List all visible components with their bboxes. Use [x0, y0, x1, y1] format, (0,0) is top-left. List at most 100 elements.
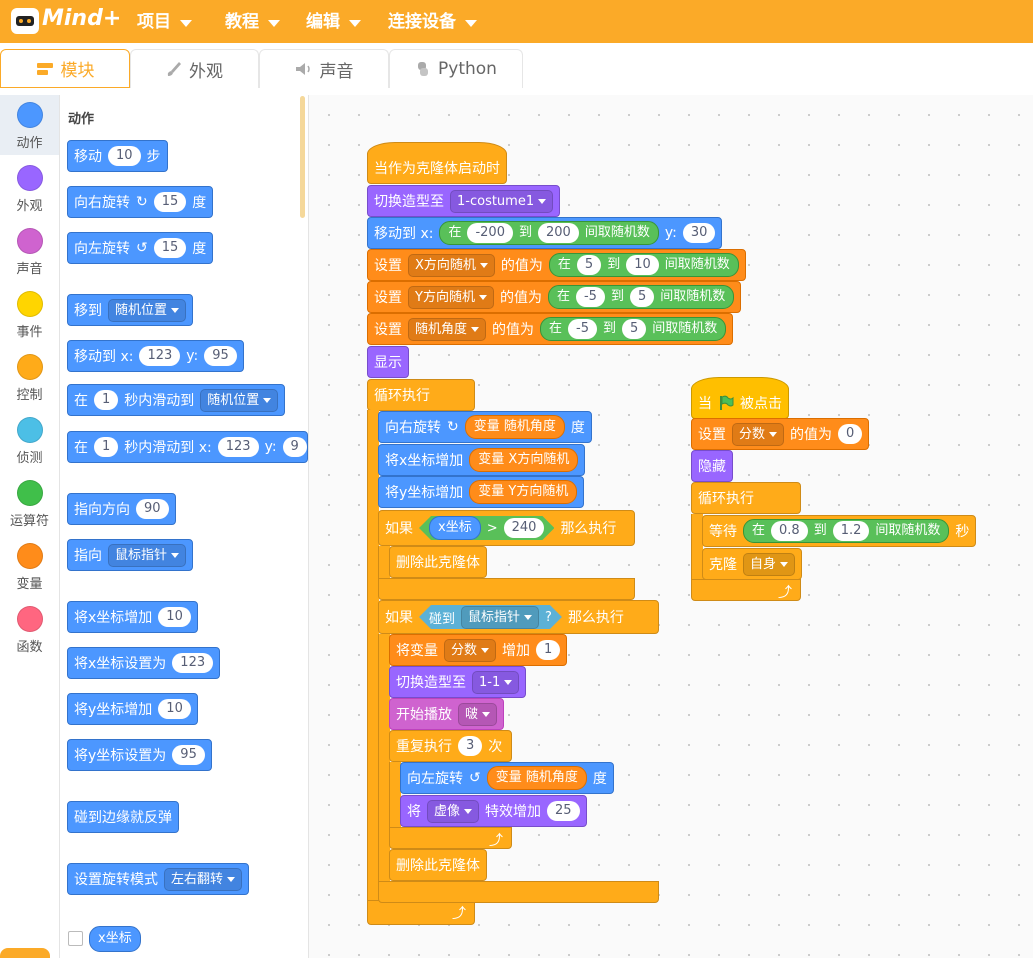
random-reporter[interactable]: 在 5 到 10 间取随机数	[548, 253, 739, 277]
y-input[interactable]: 9	[282, 437, 307, 457]
turn-right-block[interactable]: 向右旋转 ↻ 变量 随机角度度	[378, 411, 592, 443]
variable-dropdown[interactable]: 随机角度	[408, 317, 487, 341]
goto-xy-block[interactable]: 移动到 x: 在 -200 到 200 间取随机数 y: 30	[367, 217, 723, 249]
variable-reporter[interactable]: 变量 X方向随机	[469, 448, 579, 472]
palette-change-x-block[interactable]: 将x坐标增加 10	[67, 601, 198, 633]
when-flag-clicked-hat[interactable]: 当被点击	[691, 377, 789, 419]
palette-x-position-reporter[interactable]: x坐标	[89, 926, 141, 952]
palette-set-x-block[interactable]: 将x坐标设置为 123	[67, 647, 221, 679]
switch-costume-block[interactable]: 切换造型至 1-costume1	[367, 185, 561, 217]
palette-turn-left-block[interactable]: 向左旋转 ↺ 15 度	[67, 232, 214, 264]
palette-goto-block[interactable]: 移到 随机位置	[67, 294, 194, 326]
if-touching-block[interactable]: 如果 碰到 鼠标指针? 那么执行	[378, 600, 659, 634]
seconds-input[interactable]: 1	[94, 390, 119, 410]
random-reporter[interactable]: 在 -200 到 200 间取随机数	[439, 221, 659, 245]
tab-looks[interactable]: 外观	[130, 49, 259, 88]
goto-target-dropdown[interactable]: 随机位置	[108, 298, 187, 322]
effect-dropdown[interactable]: 虚像	[427, 799, 480, 823]
forever-block[interactable]: 循环执行	[367, 379, 475, 411]
category-sound[interactable]: 声音	[0, 221, 59, 281]
set-x-random-variable-block[interactable]: 设置 X方向随机 的值为在 5 到 10 间取随机数	[367, 249, 746, 281]
turn-left-block[interactable]: 向左旋转 ↺ 变量 随机角度度	[400, 762, 614, 794]
costume-dropdown[interactable]: 1-1	[472, 670, 520, 694]
palette-goto-xy-block[interactable]: 移动到 x: 123 y: 95	[67, 340, 244, 372]
degrees-input[interactable]: 15	[153, 238, 187, 258]
palette-rotation-style-block[interactable]: 设置旋转模式 左右翻转	[67, 863, 250, 895]
point-target-dropdown[interactable]: 鼠标指针	[108, 543, 187, 567]
variable-dropdown[interactable]: Y方向随机	[408, 285, 494, 309]
seconds-input[interactable]: 1	[94, 437, 119, 457]
touching-sensor[interactable]: 碰到 鼠标指针?	[419, 605, 562, 629]
clone-target-dropdown[interactable]: 自身	[743, 552, 796, 576]
palette-change-y-block[interactable]: 将y坐标增加 10	[67, 693, 198, 725]
random-from-input[interactable]: 5	[576, 255, 602, 275]
random-reporter[interactable]: 在 -5 到 5 间取随机数	[547, 285, 735, 309]
category-functions[interactable]: 函数	[0, 599, 59, 659]
variable-reporter[interactable]: 变量 Y方向随机	[469, 480, 578, 504]
repeat-count-input[interactable]: 3	[458, 736, 483, 756]
x-input[interactable]: 123	[139, 346, 181, 366]
repeat-block[interactable]: 重复执行 3 次	[389, 730, 512, 762]
wait-random-block[interactable]: 等待在 0.8 到 1.2 间取随机数秒	[702, 515, 977, 547]
compare-value-input[interactable]: 240	[504, 518, 545, 538]
palette-turn-right-block[interactable]: 向右旋转 ↻ 15 度	[67, 186, 214, 218]
x-set-input[interactable]: 123	[172, 653, 214, 673]
extensions-button[interactable]	[0, 948, 50, 958]
palette-glide-block[interactable]: 在 1 秒内滑动到 随机位置	[67, 384, 286, 416]
palette-move-steps-block[interactable]: 移动 10 步	[67, 140, 168, 172]
sound-dropdown[interactable]: 啵	[458, 702, 498, 726]
greater-than-operator[interactable]: x坐标 >240	[419, 516, 554, 540]
random-from-input[interactable]: -5	[568, 319, 597, 339]
variable-dropdown[interactable]: 分数	[732, 422, 785, 446]
set-y-random-variable-block[interactable]: 设置 Y方向随机 的值为在 -5 到 5 间取随机数	[367, 281, 742, 313]
category-operators[interactable]: 运算符	[0, 473, 59, 533]
random-reporter[interactable]: 在 -5 到 5 间取随机数	[540, 317, 727, 341]
y-change-input[interactable]: 10	[158, 699, 191, 719]
x-position-checkbox[interactable]	[68, 931, 83, 946]
change-y-by-block[interactable]: 将y坐标增加 变量 Y方向随机	[378, 476, 585, 508]
tab-blocks[interactable]: 模块	[0, 49, 130, 88]
palette-set-y-block[interactable]: 将y坐标设置为 95	[67, 739, 212, 771]
menu-edit[interactable]: 编辑	[306, 0, 361, 43]
forever-block[interactable]: 循环执行	[691, 482, 801, 514]
degrees-input[interactable]: 15	[153, 192, 187, 212]
category-sensing[interactable]: 侦测	[0, 410, 59, 470]
menu-connect-device[interactable]: 连接设备	[388, 0, 477, 43]
if-x-greater-block[interactable]: 如果 x坐标 >240 那么执行	[378, 510, 635, 546]
random-to-input[interactable]: 200	[538, 223, 579, 243]
category-motion[interactable]: 动作	[0, 95, 59, 155]
variable-dropdown[interactable]: X方向随机	[408, 253, 495, 277]
palette-point-towards-block[interactable]: 指向 鼠标指针	[67, 539, 194, 571]
random-to-input[interactable]: 5	[629, 287, 655, 307]
rotation-style-dropdown[interactable]: 左右翻转	[164, 867, 243, 891]
random-from-input[interactable]: -200	[467, 223, 513, 243]
palette-scrollbar[interactable]	[300, 96, 305, 218]
switch-costume-block[interactable]: 切换造型至 1-1	[389, 666, 527, 698]
effect-amount-input[interactable]: 25	[547, 801, 580, 821]
variable-dropdown[interactable]: 分数	[444, 638, 497, 662]
set-random-angle-variable-block[interactable]: 设置 随机角度 的值为在 -5 到 5 间取随机数	[367, 313, 734, 345]
when-start-as-clone-hat[interactable]: 当作为克隆体启动时	[367, 142, 507, 184]
change-x-by-block[interactable]: 将x坐标增加 变量 X方向随机	[378, 444, 586, 476]
hide-block[interactable]: 隐藏	[691, 450, 733, 482]
costume-dropdown[interactable]: 1-costume1	[450, 189, 554, 213]
menu-tutorial[interactable]: 教程	[225, 0, 280, 43]
y-set-input[interactable]: 95	[172, 745, 205, 765]
tab-sound[interactable]: 声音	[259, 49, 389, 88]
variable-reporter[interactable]: 变量 随机角度	[464, 415, 565, 439]
random-to-input[interactable]: 5	[622, 319, 647, 339]
random-reporter[interactable]: 在 0.8 到 1.2 间取随机数	[743, 519, 950, 543]
menu-project[interactable]: 项目	[137, 0, 192, 43]
delete-clone-block[interactable]: 删除此克隆体	[389, 546, 487, 578]
x-change-input[interactable]: 10	[158, 607, 191, 627]
set-score-block[interactable]: 设置 分数 的值为 0	[691, 418, 870, 450]
start-sound-block[interactable]: 开始播放啵	[389, 698, 505, 730]
change-amount-input[interactable]: 1	[536, 640, 561, 660]
change-effect-block[interactable]: 将虚像 特效增加 25	[400, 795, 587, 827]
random-from-input[interactable]: -5	[575, 287, 605, 307]
set-value-input[interactable]: 0	[838, 424, 863, 444]
x-position-reporter[interactable]: x坐标	[429, 516, 481, 540]
steps-input[interactable]: 10	[108, 146, 141, 166]
palette-bounce-block[interactable]: 碰到边缘就反弹	[67, 801, 179, 833]
glide-target-dropdown[interactable]: 随机位置	[200, 388, 279, 412]
